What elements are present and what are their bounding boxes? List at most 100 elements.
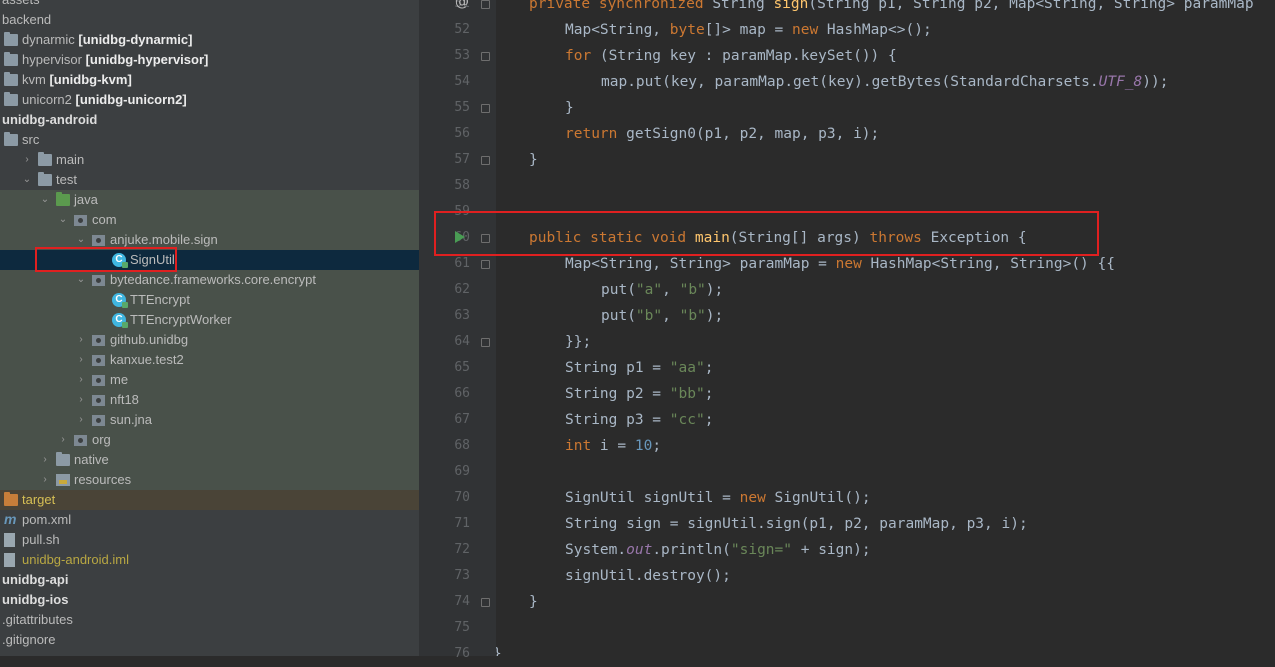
tree-item-test[interactable]: ⌄ test <box>0 170 419 190</box>
highlight-box-main-method <box>434 211 1099 256</box>
code-line[interactable]: } <box>529 147 538 173</box>
tree-item-gitattributes[interactable]: .gitattributes <box>0 610 419 630</box>
line-number: 75 <box>454 620 470 635</box>
chevron-right-icon[interactable]: › <box>40 450 50 470</box>
tree-item-hypervisor[interactable]: hypervisor [unidbg-hypervisor] <box>0 50 419 70</box>
code-line[interactable]: return getSign0(p1, p2, map, p3, i); <box>565 121 879 147</box>
code-editor[interactable]: private synchronized String sign(String … <box>496 0 1275 656</box>
line-number: 69 <box>454 464 470 479</box>
tree-item-native[interactable]: › native <box>0 450 419 470</box>
fold-marker-icon[interactable] <box>481 598 490 607</box>
tree-item-gitignore[interactable]: .gitignore <box>0 630 419 650</box>
tree-item-unidbg-android[interactable]: unidbg-android <box>0 110 419 130</box>
folder-icon <box>4 132 18 146</box>
tree-item-kvm[interactable]: kvm [unidbg-kvm] <box>0 70 419 90</box>
folder-icon <box>4 92 18 106</box>
chevron-right-icon[interactable]: › <box>76 330 86 350</box>
tree-item-com[interactable]: ⌄ com <box>0 210 419 230</box>
tree-item-label: resources <box>74 472 132 487</box>
code-line[interactable]: }}; <box>565 329 591 355</box>
pkg-icon <box>92 355 105 366</box>
tree-item-main[interactable]: › main <box>0 150 419 170</box>
fold-marker-icon[interactable] <box>481 156 490 165</box>
tree-item-label: hypervisor [unidbg-hypervisor] <box>22 52 209 67</box>
chevron-right-icon[interactable]: › <box>76 350 86 370</box>
chevron-down-icon[interactable]: ⌄ <box>76 270 86 290</box>
override-marker-icon[interactable]: @ <box>455 0 469 10</box>
code-line[interactable]: map.put(key, paramMap.get(key).getBytes(… <box>601 69 1168 95</box>
fold-marker-icon[interactable] <box>481 0 490 9</box>
pkg-icon <box>92 375 105 386</box>
tree-item-label: pom.xml <box>22 512 72 527</box>
tree-item-unidbg-api[interactable]: unidbg-api <box>0 570 419 590</box>
chevron-right-icon[interactable]: › <box>58 430 68 450</box>
chevron-down-icon[interactable]: ⌄ <box>58 210 68 230</box>
tree-item-me[interactable]: › me <box>0 370 419 390</box>
tree-item-pom-xml[interactable]: m pom.xml <box>0 510 419 530</box>
module-name: [unidbg-dynarmic] <box>74 32 193 47</box>
chevron-down-icon[interactable]: ⌄ <box>40 190 50 210</box>
tree-item-kanxue-test2[interactable]: › kanxue.test2 <box>0 350 419 370</box>
code-line[interactable]: int i = 10; <box>565 433 661 459</box>
code-line[interactable]: } <box>496 641 502 656</box>
code-line[interactable]: for (String key : paramMap.keySet()) { <box>565 43 897 69</box>
line-number: 68 <box>454 438 470 453</box>
chevron-right-icon[interactable]: › <box>76 370 86 390</box>
chevron-right-icon[interactable]: › <box>40 470 50 490</box>
tree-item-pull-sh[interactable]: pull.sh <box>0 530 419 550</box>
code-line[interactable]: String sign = signUtil.sign(p1, p2, para… <box>565 511 1028 537</box>
tree-item-unicorn2[interactable]: unicorn2 [unidbg-unicorn2] <box>0 90 419 110</box>
code-line[interactable]: put("a", "b"); <box>601 277 723 303</box>
line-number: 53 <box>454 48 470 63</box>
tree-item-label: kanxue.test2 <box>110 352 184 367</box>
code-line[interactable]: put("b", "b"); <box>601 303 723 329</box>
java-class-icon: C <box>112 313 128 328</box>
tree-item-label: .gitattributes <box>2 612 73 627</box>
tree-item-unidbg-ios[interactable]: unidbg-ios <box>0 590 419 610</box>
tree-item-bytedance-frameworks-core-encrypt[interactable]: ⌄ bytedance.frameworks.core.encrypt <box>0 270 419 290</box>
tree-item-sun-jna[interactable]: › sun.jna <box>0 410 419 430</box>
panel-splitter[interactable] <box>419 0 428 656</box>
folder-excl-icon <box>4 492 18 506</box>
tree-item-label: bytedance.frameworks.core.encrypt <box>110 272 316 287</box>
chevron-right-icon[interactable]: › <box>22 150 32 170</box>
code-line[interactable]: } <box>565 95 574 121</box>
tree-item-label: me <box>110 372 129 387</box>
code-line[interactable]: String p3 = "cc"; <box>565 407 713 433</box>
chevron-right-icon[interactable]: › <box>76 410 86 430</box>
tree-item-label: unidbg-api <box>2 572 69 587</box>
tree-item-org[interactable]: › org <box>0 430 419 450</box>
tree-item-dynarmic[interactable]: dynarmic [unidbg-dynarmic] <box>0 30 419 50</box>
code-line[interactable]: Map<String, byte[]> map = new HashMap<>(… <box>565 17 932 43</box>
code-line[interactable]: String p1 = "aa"; <box>565 355 713 381</box>
tree-item-label: java <box>74 192 98 207</box>
tree-item-github-unidbg[interactable]: › github.unidbg <box>0 330 419 350</box>
tree-item-backend[interactable]: backend <box>0 10 419 30</box>
code-line[interactable]: private synchronized String sign(String … <box>529 0 1254 17</box>
tree-item-nft18[interactable]: › nft18 <box>0 390 419 410</box>
code-line[interactable]: } <box>529 589 538 615</box>
fold-marker-icon[interactable] <box>481 52 490 61</box>
tree-item-src[interactable]: src <box>0 130 419 150</box>
tree-item-assets[interactable]: assets <box>0 0 419 10</box>
tree-item-label: nft18 <box>110 392 139 407</box>
tree-item-label: native <box>74 452 109 467</box>
project-tree[interactable]: assets backend dynarmic [unidbg-dynarmic] h… <box>0 0 419 656</box>
fold-marker-icon[interactable] <box>481 338 490 347</box>
res-icon <box>56 474 70 486</box>
fold-marker-icon[interactable] <box>481 104 490 113</box>
fold-marker-icon[interactable] <box>481 260 490 269</box>
code-line[interactable]: signUtil.destroy(); <box>565 563 731 589</box>
code-line[interactable]: String p2 = "bb"; <box>565 381 713 407</box>
tree-item-ttencryptworker[interactable]: C TTEncryptWorker <box>0 310 419 330</box>
tree-item-ttencrypt[interactable]: C TTEncrypt <box>0 290 419 310</box>
chevron-right-icon[interactable]: › <box>76 390 86 410</box>
code-line[interactable]: SignUtil signUtil = new SignUtil(); <box>565 485 871 511</box>
tree-item-unidbg-android-iml[interactable]: unidbg-android.iml <box>0 550 419 570</box>
chevron-down-icon[interactable]: ⌄ <box>22 170 32 190</box>
code-line[interactable]: System.out.println("sign=" + sign); <box>565 537 871 563</box>
tree-item-label: target <box>22 492 56 507</box>
tree-item-java[interactable]: ⌄ java <box>0 190 419 210</box>
tree-item-resources[interactable]: › resources <box>0 470 419 490</box>
tree-item-target[interactable]: target <box>0 490 419 510</box>
